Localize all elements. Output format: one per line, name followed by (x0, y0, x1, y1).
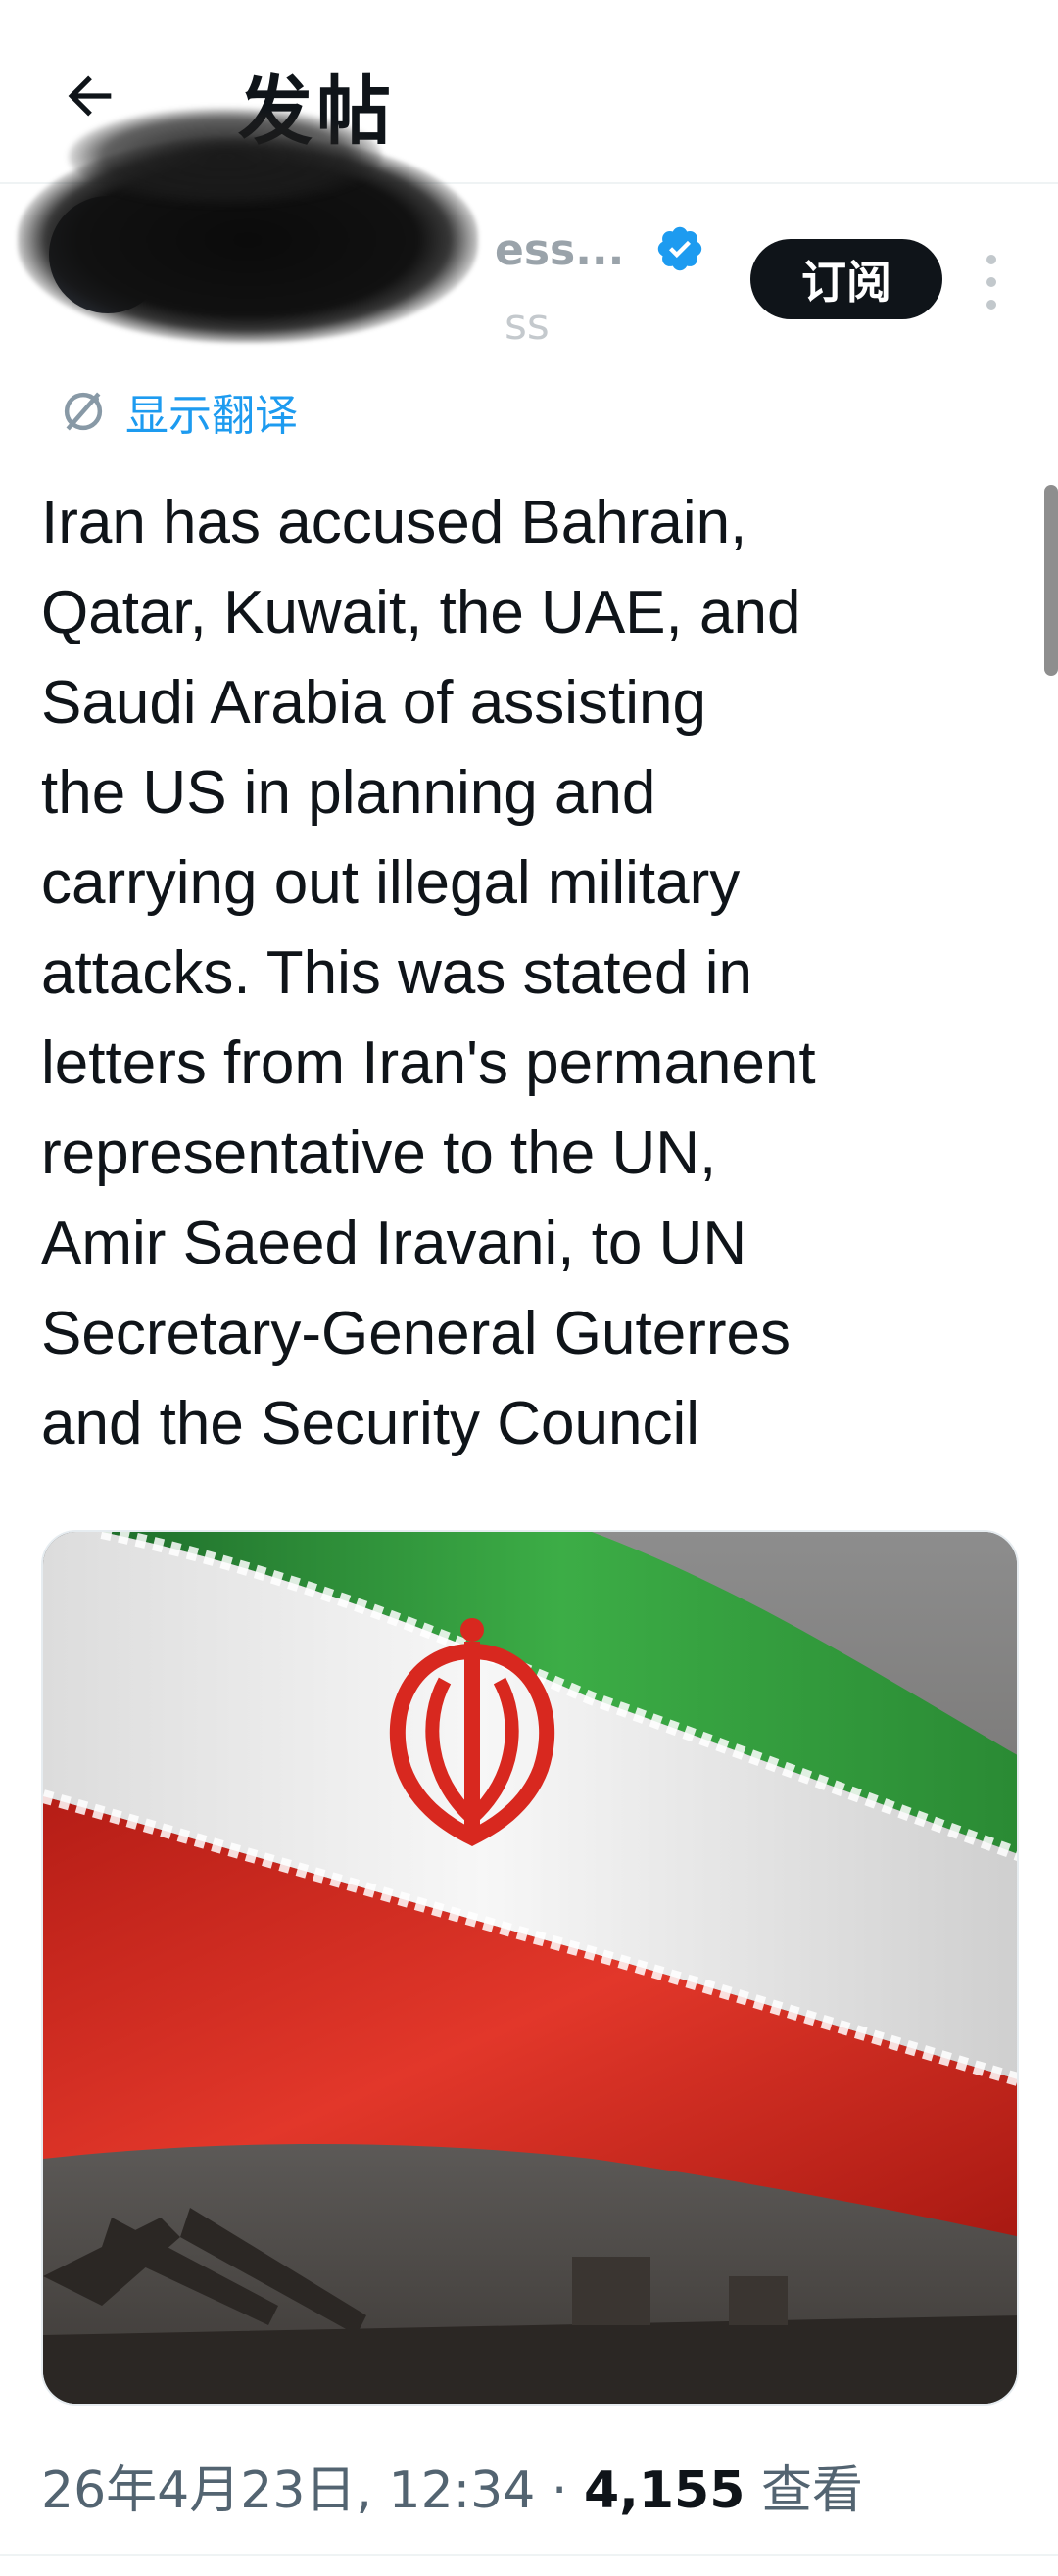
divider (0, 2554, 1058, 2556)
author-handle[interactable]: ss (505, 300, 550, 350)
tweet-line: Saudi Arabia of assisting (41, 669, 706, 737)
tweet-image[interactable] (41, 1530, 1019, 2406)
show-translation-link[interactable]: 显示翻译 (57, 382, 298, 441)
more-vertical-icon-dot (986, 300, 996, 310)
tweet-line: letters from Iran's permanent (41, 1029, 816, 1097)
building-silhouette (572, 2257, 650, 2325)
building-silhouette (729, 2276, 788, 2325)
post-meta: 26年4月23日, 12:34 · 4,155 查看 (41, 2449, 863, 2522)
post-page: 发帖 ess... ss 订阅 显示翻译 Iran has accused Ba… (0, 0, 1058, 2576)
views-label: 查看 (745, 2461, 863, 2520)
tweet-line: Secretary-General Guterres (41, 1300, 791, 1367)
tweet-body: Iran has accused Bahrain, Qatar, Kuwait,… (41, 478, 1021, 1469)
arrow-left-icon (68, 75, 112, 117)
redaction-scribble-top (69, 108, 382, 206)
translate-icon (64, 392, 103, 431)
tweet-line: Iran has accused Bahrain, (41, 489, 747, 556)
tweet-line: Amir Saeed Iravani, to UN (41, 1210, 747, 1277)
tweet-line: the US in planning and (41, 759, 656, 827)
more-vertical-icon-dot (986, 277, 996, 287)
tweet-line: Qatar, Kuwait, the UAE, and (41, 579, 801, 646)
tweet-line: representative to the UN, (41, 1120, 717, 1187)
tweet-line: carrying out illegal military (41, 849, 741, 917)
post-timestamp[interactable]: 26年4月23日, 12:34 (41, 2461, 535, 2520)
meta-separator: · (535, 2461, 584, 2520)
translate-label: 显示翻译 (125, 391, 298, 441)
author-display-name[interactable]: ess... (495, 225, 624, 275)
more-vertical-icon (986, 255, 996, 264)
subscribe-button[interactable]: 订阅 (750, 239, 942, 319)
iran-flag-image (43, 1532, 1017, 2404)
scrollbar[interactable] (1044, 485, 1058, 676)
views-count: 4,155 (583, 2461, 745, 2520)
tweet-line: attacks. This was stated in (41, 939, 752, 1007)
author-row: ess... ss 订阅 (0, 108, 1058, 380)
tweet-line: and the Security Council (41, 1390, 700, 1457)
more-options-button[interactable] (976, 255, 1007, 310)
verified-badge-icon (657, 226, 702, 271)
